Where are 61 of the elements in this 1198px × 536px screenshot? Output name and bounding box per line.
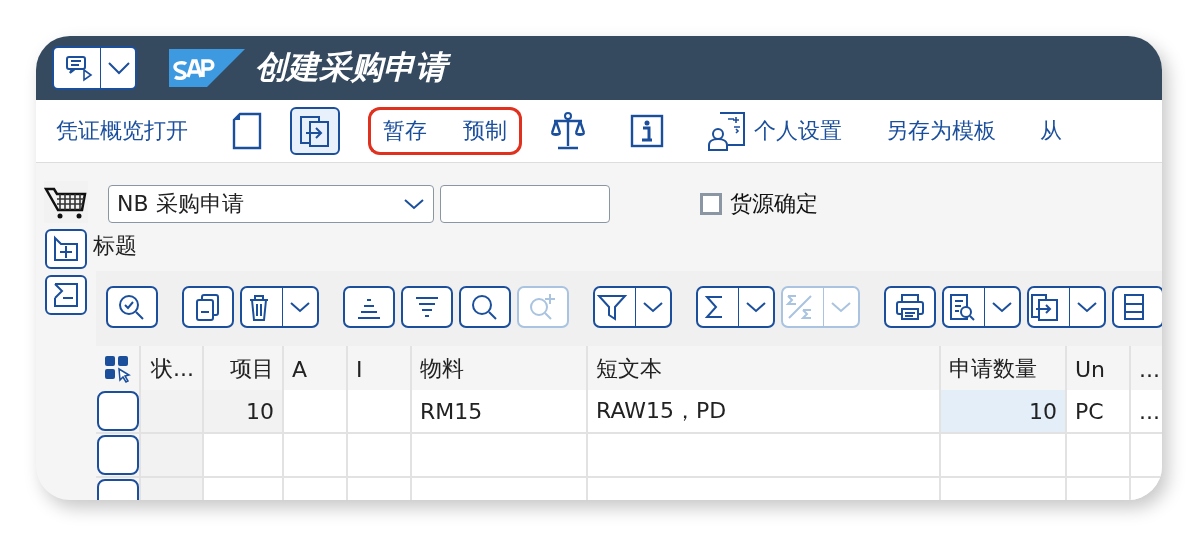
chevron-down-icon [403, 198, 425, 210]
filter-icon [595, 292, 629, 322]
table-cell [284, 390, 348, 434]
checkbox[interactable] [700, 193, 722, 215]
table-cell [1131, 434, 1162, 478]
toolbar-button[interactable]: 另存为模板 [886, 116, 996, 146]
section-label: 标题 [93, 232, 138, 260]
document-type-dropdown[interactable]: NB 采购申请 [108, 185, 434, 223]
print-icon [893, 292, 927, 322]
chevron-down-icon [745, 301, 767, 313]
select-layout-icon[interactable] [102, 354, 133, 384]
checkbox-label: 货源确定 [730, 190, 818, 218]
toolbar-button[interactable]: 暂存 [368, 107, 445, 155]
table-cell: 10 [941, 390, 1067, 434]
grid-toolbar-button[interactable] [401, 286, 453, 328]
table-cell: RM15 [412, 390, 588, 434]
expand-button[interactable] [45, 229, 87, 269]
table-cell: 10 [204, 390, 284, 434]
message-icon [64, 54, 94, 82]
row-selector[interactable] [96, 391, 139, 431]
grid-toolbar-button[interactable] [942, 286, 1021, 328]
grid-toolbar-button[interactable] [240, 286, 319, 328]
row-selector[interactable] [96, 435, 139, 475]
toolbar-button[interactable]: 凭证概览打开 [56, 116, 188, 146]
input-field[interactable] [440, 185, 610, 223]
table-cell: PC [1067, 390, 1131, 434]
table-cell [348, 390, 412, 434]
chevron-down-icon [1076, 301, 1098, 313]
table-cell [284, 434, 348, 478]
grid-toolbar-button[interactable] [182, 286, 234, 328]
grid-toolbar-button[interactable] [343, 286, 395, 328]
info-icon[interactable] [630, 114, 664, 148]
expand-icon [51, 234, 81, 264]
grid-toolbar-button[interactable] [593, 286, 672, 328]
export-icon [298, 114, 332, 148]
scale-icon[interactable] [550, 112, 586, 150]
grid-toolbar-button[interactable] [1027, 286, 1106, 328]
grid-toolbar-button[interactable] [106, 286, 158, 328]
document-icon[interactable] [232, 112, 262, 150]
chevron-down-icon [107, 61, 131, 75]
export-button[interactable] [290, 107, 340, 155]
chevron-down-icon [642, 301, 664, 313]
chevron-down-icon [289, 301, 311, 313]
table-cell [348, 434, 412, 478]
collapse-button[interactable] [45, 275, 87, 315]
chevron-down-icon [991, 301, 1013, 313]
logo-icon [169, 49, 245, 87]
toolbar-button[interactable]: 从 [1040, 116, 1062, 146]
table-cell [1067, 434, 1131, 478]
chevron-down-icon [830, 301, 852, 313]
grid-toolbar-button[interactable] [1112, 286, 1162, 328]
settings-button[interactable]: 个人设置 [708, 111, 842, 151]
menu-button[interactable] [52, 46, 137, 90]
toolbar-button[interactable]: 预制 [445, 107, 522, 155]
user-settings-icon [708, 111, 746, 151]
table-cell: ... [1131, 390, 1162, 434]
table-cell: RAW15，PD [588, 390, 941, 434]
grid-toolbar-button[interactable] [459, 286, 511, 328]
grid-toolbar-button[interactable] [696, 286, 775, 328]
grid-toolbar-button[interactable] [884, 286, 936, 328]
collapse-icon [51, 280, 81, 310]
